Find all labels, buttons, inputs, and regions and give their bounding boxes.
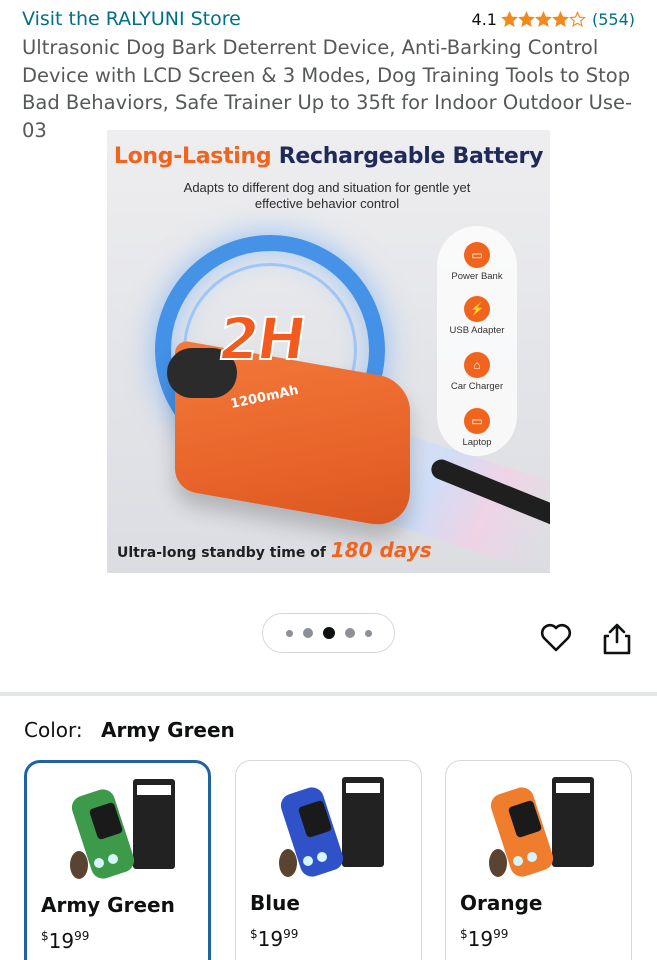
power-bank-icon: ▭: [464, 242, 490, 268]
carousel-dot[interactable]: [364, 629, 372, 637]
army-green-product-thumbnail: [70, 779, 175, 879]
hero-headline-b: Rechargeable Battery: [278, 144, 544, 169]
charge-option-label: Power Bank: [451, 271, 503, 282]
color-selector-label: Color: Army Green: [24, 718, 235, 742]
swatch-price: $1999: [460, 927, 509, 951]
hero-headline-a: Long-Lasting: [113, 144, 272, 169]
color-option-army-green[interactable]: Army Green $1999: [24, 760, 211, 960]
carousel-indicator[interactable]: [262, 613, 395, 653]
charge-option-label: Car Charger: [450, 381, 504, 392]
hero-subline: Adapts to different dog and situation fo…: [183, 180, 471, 211]
blue-product-thumbnail: [279, 777, 384, 877]
star-empty-icon: [569, 10, 586, 27]
rating[interactable]: 4.1 (554): [472, 10, 635, 29]
charge-option-laptop: ▭ Laptop: [437, 408, 517, 448]
hero-bottom-text: Ultra-long standby time of 180 days: [117, 538, 432, 562]
swatch-name: Army Green: [41, 893, 175, 917]
swatch-price: $1999: [41, 929, 90, 953]
swatch-name: Orange: [460, 891, 543, 915]
rating-count[interactable]: (554): [592, 10, 635, 29]
carousel-dot[interactable]: [285, 629, 293, 637]
swatch-price: $1999: [250, 927, 299, 951]
laptop-icon: ▭: [464, 408, 490, 434]
carousel-dot[interactable]: [302, 628, 313, 638]
charge-option-usb-adapter: ⚡ USB Adapter: [437, 296, 517, 336]
carousel-dot-active[interactable]: [322, 627, 335, 639]
charge-option-label: Laptop: [462, 437, 492, 448]
car-charger-icon: ⌂: [464, 352, 490, 378]
store-row: Visit the RALYUNI Store 4.1 (554): [22, 6, 635, 32]
usb-adapter-icon: ⚡: [464, 296, 490, 322]
charge-option-label: USB Adapter: [449, 325, 505, 336]
swatch-name: Blue: [250, 891, 300, 915]
store-link[interactable]: Visit the RALYUNI Store: [22, 8, 241, 30]
carousel-dot[interactable]: [344, 628, 355, 638]
standby-days: 180 days: [330, 538, 432, 562]
color-label: Color:: [24, 718, 83, 742]
color-selected-value: Army Green: [100, 718, 235, 742]
hero-big-2h: 2H: [213, 304, 309, 374]
star-filled-icon: [535, 10, 552, 27]
orange-product-thumbnail: [489, 777, 594, 877]
charge-options-panel: ▭ Power Bank ⚡ USB Adapter ⌂ Car Charger…: [437, 226, 517, 456]
standby-label: Ultra-long standby time of: [117, 545, 326, 561]
star-filled-icon: [518, 10, 535, 27]
section-divider: [0, 692, 657, 696]
star-filled-icon: [552, 10, 569, 27]
color-option-orange[interactable]: Orange $1999: [445, 760, 632, 960]
charge-option-power-bank: ▭ Power Bank: [437, 242, 517, 282]
product-image[interactable]: Long-Lasting Rechargeable Battery Adapts…: [107, 130, 550, 573]
heart-icon[interactable]: [540, 622, 572, 654]
charge-option-car-charger: ⌂ Car Charger: [437, 352, 517, 392]
hero-headline: Long-Lasting Rechargeable Battery: [107, 144, 550, 169]
color-option-blue[interactable]: Blue $1999: [235, 760, 422, 960]
share-icon[interactable]: [602, 622, 632, 656]
star-filled-icon: [501, 10, 518, 27]
stars-icon: [501, 10, 586, 28]
rating-value: 4.1: [471, 9, 497, 29]
product-title: Ultrasonic Dog Bark Deterrent Device, An…: [22, 36, 633, 142]
